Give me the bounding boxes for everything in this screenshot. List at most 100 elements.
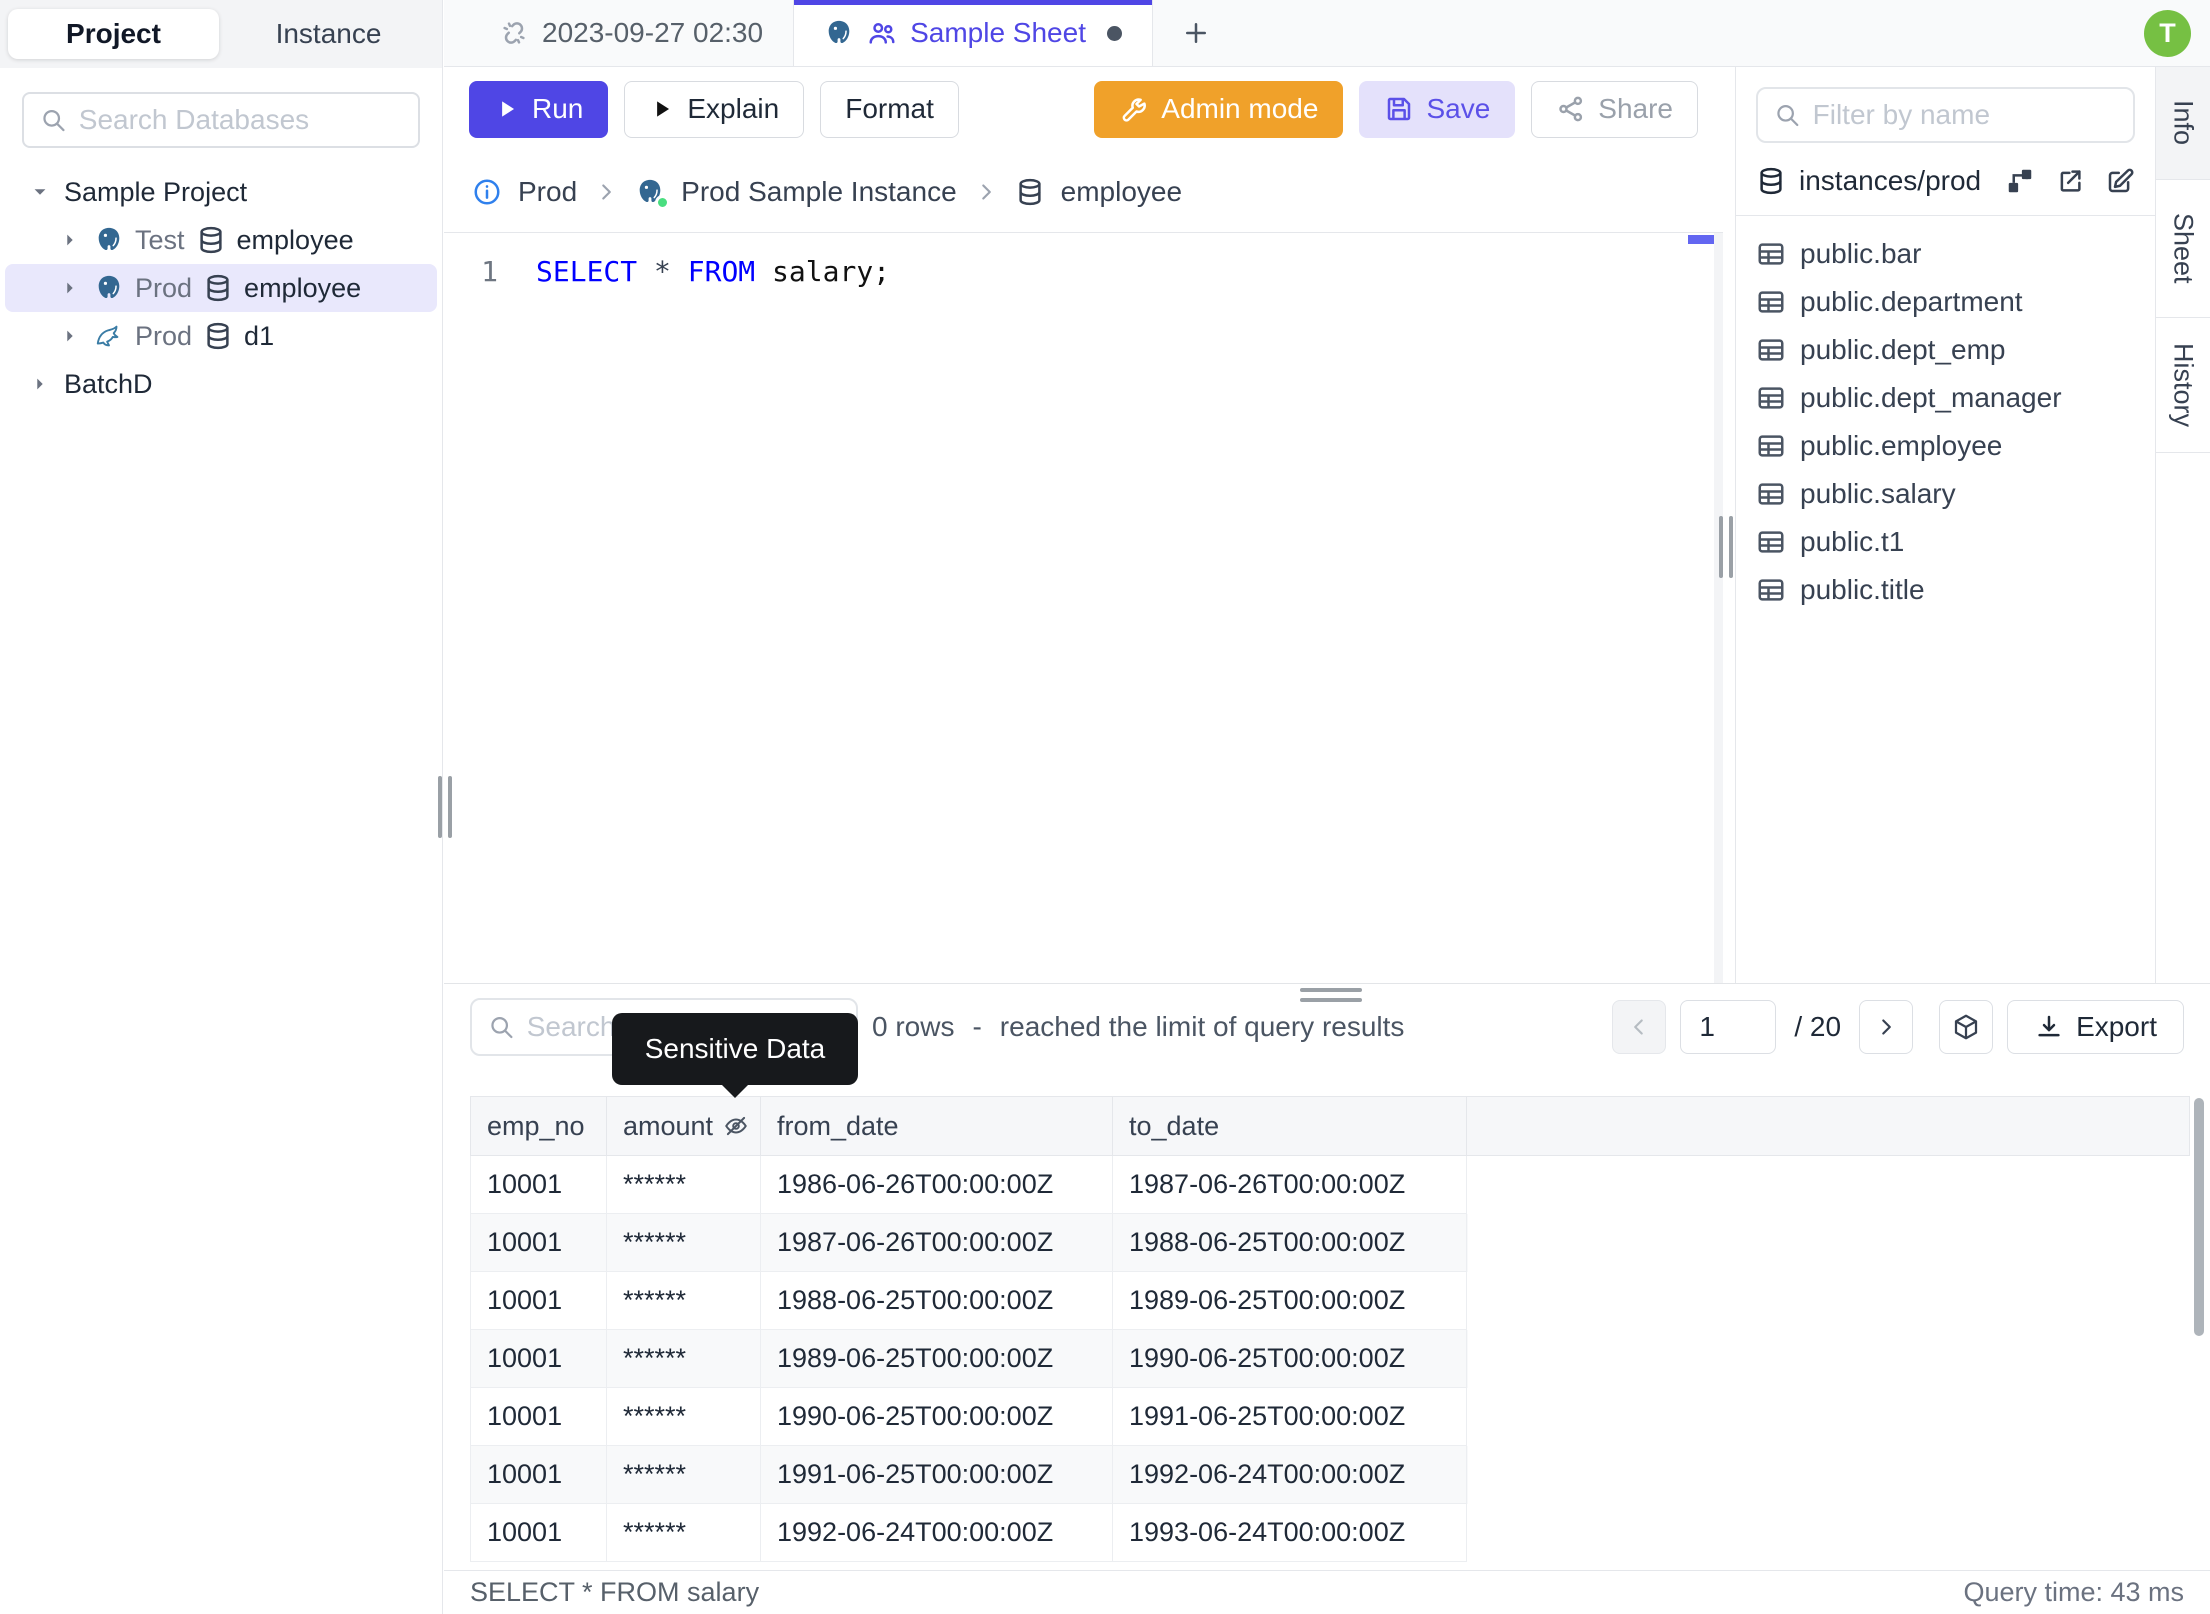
caret-down-icon[interactable] xyxy=(27,179,53,205)
cell[interactable]: 10001 xyxy=(471,1504,607,1562)
cell[interactable]: 1990-06-25T00:00:00Z xyxy=(1113,1330,1467,1388)
cell-masked[interactable]: ****** xyxy=(607,1446,761,1504)
cell[interactable]: 1987-06-26T00:00:00Z xyxy=(1113,1156,1467,1214)
avatar[interactable]: T xyxy=(2144,10,2191,57)
save-button[interactable]: Save xyxy=(1359,80,1516,138)
cell[interactable]: 1988-06-25T00:00:00Z xyxy=(761,1272,1113,1330)
cell[interactable]: 1991-06-25T00:00:00Z xyxy=(1113,1388,1467,1446)
cell[interactable]: 1989-06-25T00:00:00Z xyxy=(761,1330,1113,1388)
environment-label: Test xyxy=(135,224,185,255)
column-header-to-date[interactable]: to_date xyxy=(1113,1097,1467,1155)
worksheet-tab-title: Sample Sheet xyxy=(910,17,1086,48)
sidebar-resize-handle[interactable] xyxy=(438,776,452,838)
tab-sheet[interactable]: Sheet xyxy=(2156,180,2210,318)
cell[interactable]: 10001 xyxy=(471,1156,607,1214)
caret-right-icon[interactable] xyxy=(57,227,83,253)
page-number-input[interactable] xyxy=(1680,1000,1777,1054)
data-mask-box-button[interactable] xyxy=(1939,1000,1994,1054)
cell[interactable]: 10001 xyxy=(471,1214,607,1272)
new-tab-button[interactable] xyxy=(1173,10,1219,56)
breadcrumb-instance[interactable]: Prod Sample Instance xyxy=(681,176,957,208)
sql-code-editor[interactable]: 1 SELECT * FROM salary; xyxy=(444,233,1723,983)
editor-panel: Run Explain Format Admin mode Save Share xyxy=(444,67,1723,983)
worksheet-tab-unsaved[interactable]: 2023-09-27 02:30 xyxy=(469,0,795,66)
editor-scrollbar-gutter[interactable] xyxy=(1714,233,1723,983)
connection-source-row: instances/prod xyxy=(1736,161,2155,216)
play-icon xyxy=(502,101,515,117)
tree-item-sample-project[interactable]: Sample Project xyxy=(5,168,437,216)
chevron-right-icon xyxy=(981,183,991,200)
cell[interactable]: 1993-06-24T00:00:00Z xyxy=(1113,1504,1467,1562)
table-list-item[interactable]: public.department xyxy=(1736,278,2155,326)
search-icon xyxy=(43,109,65,132)
table-list: public.bar public.department public.dept… xyxy=(1736,216,2155,628)
cell-masked[interactable]: ****** xyxy=(607,1330,761,1388)
caret-right-icon[interactable] xyxy=(57,275,83,301)
cell[interactable]: 10001 xyxy=(471,1388,607,1446)
cell-masked[interactable]: ****** xyxy=(607,1156,761,1214)
schema-diagram-icon[interactable] xyxy=(2005,166,2035,196)
eye-off-icon[interactable] xyxy=(723,1113,749,1139)
tab-history[interactable]: History xyxy=(2156,318,2210,453)
table-list-item[interactable]: public.dept_emp xyxy=(1736,326,2155,374)
info-icon[interactable] xyxy=(472,177,502,207)
explain-button[interactable]: Explain xyxy=(624,80,805,138)
cell-masked[interactable]: ****** xyxy=(607,1504,761,1562)
table-list-item[interactable]: public.bar xyxy=(1736,230,2155,278)
column-header-from-date[interactable]: from_date xyxy=(761,1097,1113,1155)
breadcrumb-environment[interactable]: Prod xyxy=(518,176,577,208)
search-databases-input[interactable] xyxy=(78,104,402,136)
run-button[interactable]: Run xyxy=(469,80,609,138)
tree-item-test-employee[interactable]: Test employee xyxy=(5,216,437,264)
tab-info[interactable]: Info xyxy=(2156,67,2210,180)
tree-item-prod-employee[interactable]: Prod employee xyxy=(5,264,437,312)
cell-masked[interactable]: ****** xyxy=(607,1388,761,1446)
code-line: 1 SELECT * FROM salary; xyxy=(444,233,1723,288)
unlink-icon xyxy=(503,22,525,44)
table-list-item[interactable]: public.salary xyxy=(1736,470,2155,518)
caret-right-icon[interactable] xyxy=(57,323,83,349)
page-total: / 20 xyxy=(1794,1011,1842,1042)
play-icon xyxy=(657,101,670,117)
prev-page-button[interactable] xyxy=(1612,1000,1667,1054)
right-panel-resize-handle[interactable] xyxy=(1719,516,1733,578)
breadcrumb-database[interactable]: employee xyxy=(1061,176,1182,208)
table-list-item[interactable]: public.dept_manager xyxy=(1736,374,2155,422)
tree-item-prod-d1[interactable]: Prod d1 xyxy=(5,312,437,360)
caret-right-icon[interactable] xyxy=(27,371,53,397)
admin-mode-button[interactable]: Admin mode xyxy=(1094,80,1344,138)
cell[interactable]: 10001 xyxy=(471,1330,607,1388)
next-page-button[interactable] xyxy=(1859,1000,1914,1054)
table-list-item[interactable]: public.employee xyxy=(1736,422,2155,470)
cell[interactable]: 10001 xyxy=(471,1272,607,1330)
cell[interactable]: 1992-06-24T00:00:00Z xyxy=(761,1504,1113,1562)
table-list-item[interactable]: public.t1 xyxy=(1736,518,2155,566)
edit-icon[interactable] xyxy=(2105,166,2135,196)
worksheet-tab-sample-sheet[interactable]: Sample Sheet xyxy=(794,0,1153,66)
cell[interactable]: 1989-06-25T00:00:00Z xyxy=(1113,1272,1467,1330)
executed-query-text: SELECT * FROM salary xyxy=(470,1577,760,1607)
tab-instance[interactable]: Instance xyxy=(223,9,434,59)
database-icon xyxy=(207,274,229,302)
table-list-item[interactable]: public.title xyxy=(1736,566,2155,614)
export-button[interactable]: Export xyxy=(2007,1000,2184,1054)
format-button[interactable]: Format xyxy=(820,80,959,138)
query-results-panel: 0 rows - reached the limit of query resu… xyxy=(444,983,2210,1570)
results-resize-handle[interactable] xyxy=(1300,988,1362,1008)
external-link-icon[interactable] xyxy=(2055,166,2085,196)
cell[interactable]: 1990-06-25T00:00:00Z xyxy=(761,1388,1113,1446)
cell[interactable]: 1988-06-25T00:00:00Z xyxy=(1113,1214,1467,1272)
cell-masked[interactable]: ****** xyxy=(607,1272,761,1330)
cell[interactable]: 1992-06-24T00:00:00Z xyxy=(1113,1446,1467,1504)
tab-project[interactable]: Project xyxy=(8,9,219,59)
cell[interactable]: 1991-06-25T00:00:00Z xyxy=(761,1446,1113,1504)
cell[interactable]: 1986-06-26T00:00:00Z xyxy=(761,1156,1113,1214)
results-scrollbar[interactable] xyxy=(2194,1098,2204,1336)
column-header-emp-no[interactable]: emp_no xyxy=(471,1097,607,1155)
cell[interactable]: 10001 xyxy=(471,1446,607,1504)
cell-masked[interactable]: ****** xyxy=(607,1214,761,1272)
share-button[interactable]: Share xyxy=(1531,80,1698,138)
cell[interactable]: 1987-06-26T00:00:00Z xyxy=(761,1214,1113,1272)
tree-item-batchd[interactable]: BatchD xyxy=(5,360,437,408)
filter-by-name-input[interactable] xyxy=(1812,99,2117,131)
